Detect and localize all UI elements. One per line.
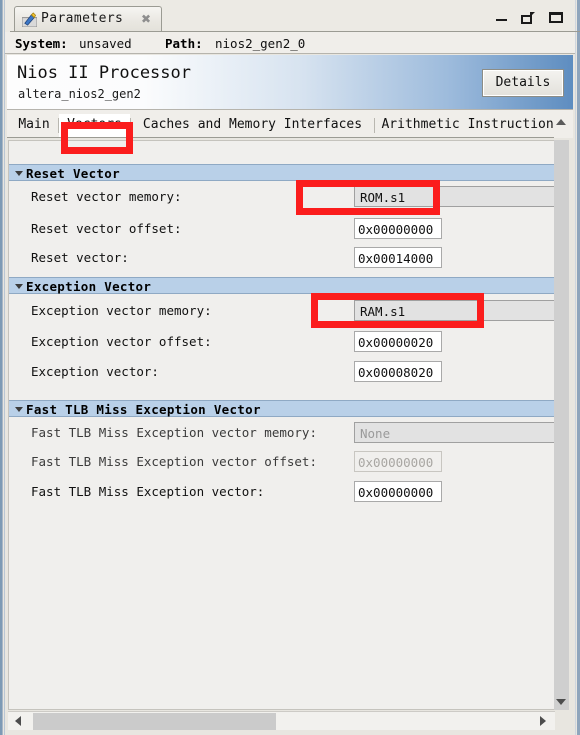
frame-edge-left [0,0,2,735]
group-header-2[interactable]: Exception Vector [9,277,554,294]
system-label: System: [15,36,68,51]
group-title: Exception Vector [26,279,152,294]
frame-edge-right-inner [575,0,576,735]
status-bar: System: unsaved Path: nios2_gen2_0 [5,32,575,54]
wand-icon [22,12,37,27]
vector-input-value: 0x00014000 [358,251,434,266]
parameter-row: Reset vector offset: 0x00000000 [9,218,554,240]
annotation-box-exception-vector-memory [311,293,484,328]
memory-select[interactable]: None [354,422,554,443]
parameter-row: Exception vector: 0x00008020 [9,361,554,383]
parameter-row: Reset vector memory: ROM.s1 [9,186,554,208]
parameter-label: Reset vector offset: [31,221,182,236]
close-icon[interactable]: ✖ [141,12,151,26]
group-header-3[interactable]: Fast TLB Miss Exception Vector [9,400,554,417]
title-bar: Parameters ✖ [5,0,580,32]
chevron-up-icon [556,119,566,125]
scroll-left-button[interactable] [11,714,25,728]
tab-caches-and-memory-interfaces[interactable]: Caches and Memory Interfaces [131,114,374,138]
scroll-up-button[interactable] [554,112,569,134]
path-value: nios2_gen2_0 [215,36,306,51]
parameter-label: Fast TLB Miss Exception vector: [31,484,265,499]
vector-input[interactable]: 0x00014000 [354,247,442,268]
component-type-label: altera_nios2_gen2 [18,87,141,101]
group-header-1[interactable]: Reset Vector [9,164,554,181]
window-tab-parameters[interactable]: Parameters ✖ [14,6,162,32]
parameter-row: Exception vector offset: 0x00000020 [9,331,554,353]
horizontal-scrollbar[interactable] [8,711,555,730]
page-title: Nios II Processor [17,63,191,83]
group-title: Fast TLB Miss Exception Vector [26,402,261,417]
annotation-box-tab-vectors [61,122,133,154]
system-value: unsaved [79,36,132,51]
parameter-row: Reset vector: 0x00014000 [9,247,554,269]
component-header: Nios II Processor altera_nios2_gen2 Deta… [7,55,573,110]
vector-input[interactable]: 0x00000000 [354,481,442,502]
vector-input-value: 0x00000000 [358,485,434,500]
maximize-icon[interactable] [549,12,563,23]
tab-arithmetic-instructions[interactable]: Arithmetic Instructions [375,114,568,138]
vector-input[interactable]: 0x00000000 [354,451,442,472]
parameter-row: Fast TLB Miss Exception vector memory: No… [9,422,554,444]
parameter-row: Fast TLB Miss Exception vector offset: 0x… [9,451,554,473]
chevron-right-icon [540,716,546,726]
vector-input[interactable]: 0x00008020 [354,361,442,382]
vector-input[interactable]: 0x00000000 [354,218,442,239]
tab-main[interactable]: Main [10,114,58,138]
window-tab-label: Parameters [41,11,124,26]
details-button[interactable]: Details [482,69,564,97]
minimize-icon[interactable] [495,12,507,22]
chevron-down-icon[interactable] [556,699,566,705]
parameter-row: Fast TLB Miss Exception vector: 0x0000000… [9,481,554,503]
vector-input-value: 0x00000000 [358,455,434,470]
path-label: Path: [165,36,203,51]
parameters-window: Parameters ✖ System: unsaved Path: nios2… [0,0,580,735]
vector-input-value: 0x00000020 [358,335,434,350]
frame-edge-left-inner [4,0,5,735]
parameter-label: Fast TLB Miss Exception vector offset: [31,454,317,469]
memory-select-value: None [360,426,391,441]
parameter-label: Fast TLB Miss Exception vector memory: [31,425,317,440]
window-controls [489,12,563,28]
parameter-label: Exception vector memory: [31,303,212,318]
restore-icon[interactable] [520,12,535,24]
parameter-label: Reset vector: [31,250,129,265]
scroll-right-button[interactable] [537,714,551,728]
chevron-left-icon [15,716,21,726]
group-title: Reset Vector [26,166,120,181]
annotation-box-reset-vector-memory [296,180,440,215]
parameter-label: Exception vector: [31,364,159,379]
vector-input-value: 0x00008020 [358,365,434,380]
chevron-down-icon[interactable] [15,407,23,412]
horizontal-scrollbar-thumb[interactable] [33,713,276,730]
parameter-label: Reset vector memory: [31,189,182,204]
chevron-down-icon[interactable] [15,284,23,289]
parameters-panel: Reset Vector Reset vector memory: ROM.s1 Re… [8,140,555,710]
vertical-scrollbar[interactable] [554,140,569,710]
parameter-label: Exception vector offset: [31,334,212,349]
vector-input[interactable]: 0x00000020 [354,331,442,352]
vector-input-value: 0x00000000 [358,222,434,237]
chevron-down-icon[interactable] [15,171,23,176]
